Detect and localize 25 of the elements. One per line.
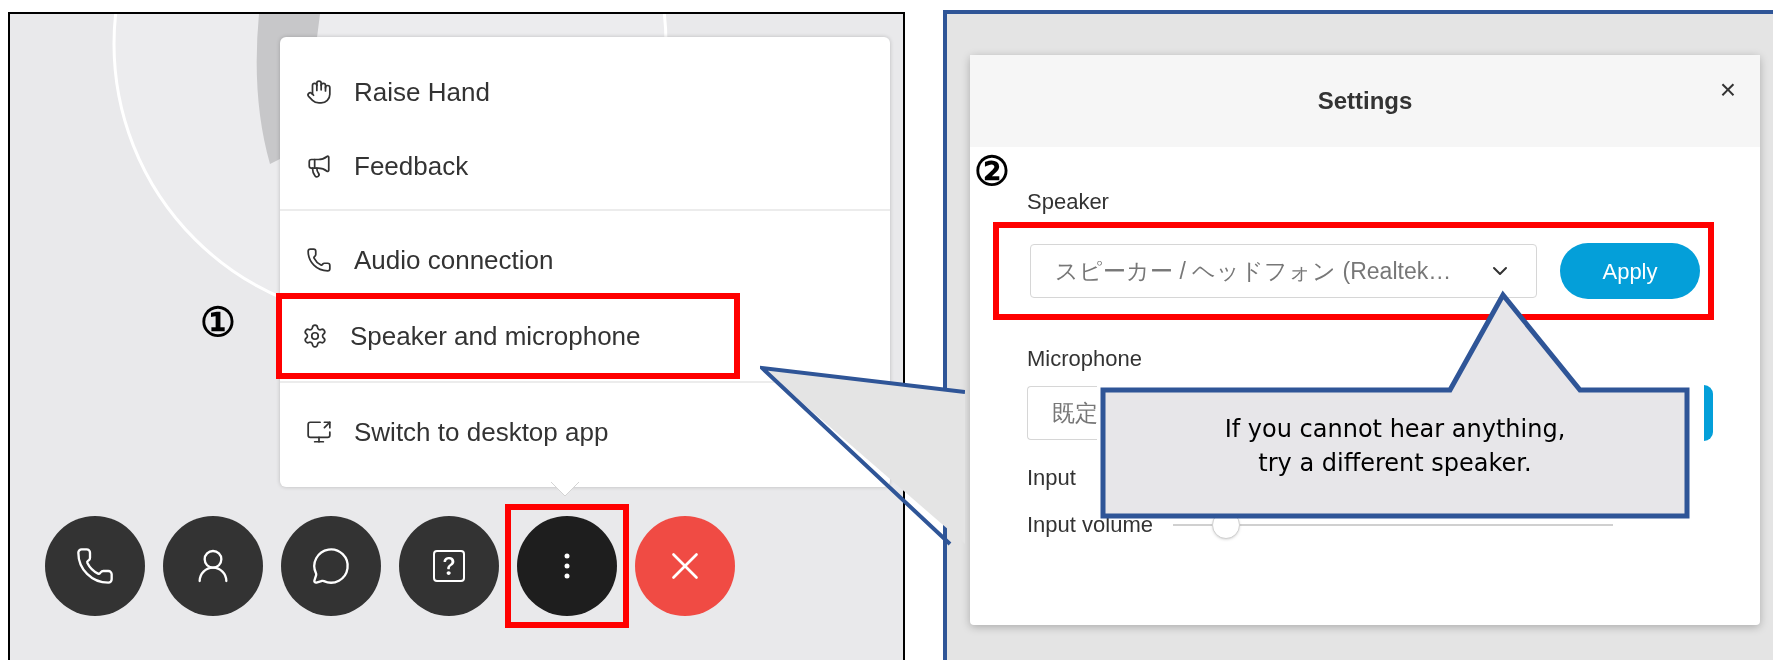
callout-text: If you cannot hear anything, try a different speaker. [1223,414,1567,479]
menu-item[interactable]: Audio connection [280,223,890,297]
menu-item[interactable]: Feedback [280,129,890,203]
field-label: Speaker [1027,188,1109,216]
hand-icon [306,79,332,105]
field-label: Input volume [1027,511,1153,539]
menu-item[interactable]: Raise Hand [280,55,890,129]
monitor-icon [306,419,332,445]
close-button[interactable]: × [1719,69,1736,111]
more-icon [564,553,570,579]
dialog-title: Settings [1317,86,1413,116]
megaphone-icon [306,153,332,179]
field-label: Input [1027,464,1076,492]
microphone-select[interactable]: 既定 [1027,386,1097,440]
phone-icon [306,247,332,273]
field-label: Microphone [1027,345,1142,373]
chat-icon [311,546,351,586]
apply-button-edge[interactable] [1704,385,1713,441]
speaker-select[interactable]: スピーカー / ヘッドフォン (Realtek… [1030,244,1537,298]
menu-item[interactable]: Speaker and microphone [282,299,734,373]
step-number: ① [200,300,236,344]
settings-icon [302,323,328,349]
step-number: ② [974,149,1011,193]
help-icon [433,550,465,582]
phone-icon [75,546,115,586]
